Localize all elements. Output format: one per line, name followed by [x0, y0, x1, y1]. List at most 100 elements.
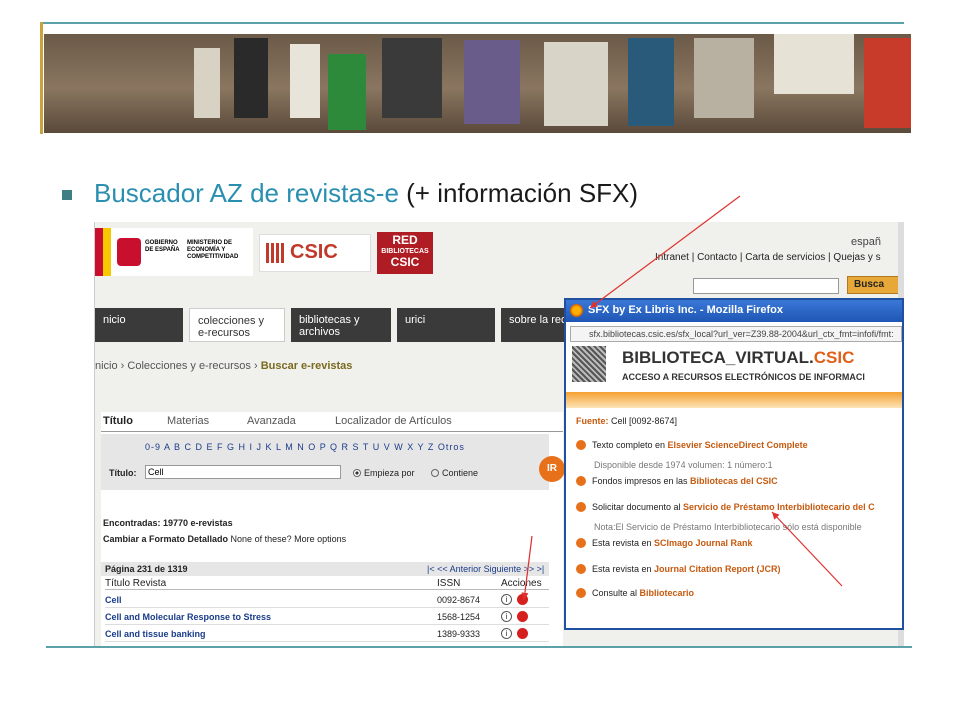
- service-prefix: Consulte al: [592, 588, 640, 598]
- nav-urici[interactable]: urici: [397, 308, 495, 342]
- popup-title-bar[interactable]: SFX by Ex Libris Inc. - Mozilla Firefox: [566, 300, 902, 322]
- journal-title-link[interactable]: Cell: [105, 595, 122, 605]
- radio-empieza-por[interactable]: Empieza por: [353, 468, 415, 478]
- format-line: Cambiar a Formato Detallado None of thes…: [103, 534, 346, 544]
- journal-cover: [290, 44, 320, 118]
- titulo-input[interactable]: Cell: [145, 465, 341, 479]
- csic-logo: CSIC: [259, 234, 371, 272]
- service-prefix: Esta revista en: [592, 564, 655, 574]
- header-photo: [44, 34, 911, 133]
- service-link[interactable]: Servicio de Préstamo Interbibliotecario …: [683, 502, 875, 512]
- bullet-rest: (+ información SFX): [398, 178, 639, 208]
- red-bibliotecas-logo: RED BIBLIOTECAS CSIC: [377, 232, 433, 274]
- service-icon: [576, 502, 586, 512]
- col-issn: ISSN: [437, 578, 461, 589]
- service-link[interactable]: Journal Citation Report (JCR): [654, 564, 781, 574]
- service-librarian[interactable]: Consulte al Bibliotecario: [576, 588, 694, 598]
- none-of-these[interactable]: None of these? More options: [231, 534, 347, 544]
- table-row: Cell 0092-8674 i: [105, 592, 549, 608]
- gov-logo-text-1: GOBIERNO DE ESPAÑA: [145, 240, 180, 253]
- nav-bibliotecas[interactable]: bibliotecas y archivos: [291, 308, 391, 342]
- popup-title: SFX by Ex Libris Inc. - Mozilla Firefox: [588, 304, 783, 316]
- bullet-text: Buscador AZ de revistas-e (+ información…: [94, 178, 638, 209]
- radio-unselected-icon[interactable]: [431, 469, 439, 477]
- breadcrumb-item[interactable]: Colecciones y e-recursos: [127, 360, 251, 372]
- journal-issn: 0092-8674: [437, 595, 481, 605]
- biblioteca-virtual-title: BIBLIOTECA_VIRTUAL.CSIC: [622, 348, 854, 368]
- popup-url-bar[interactable]: sfx.bibliotecas.csic.es/sfx_local?url_ve…: [570, 326, 902, 342]
- journal-issn: 1568-1254: [437, 612, 481, 622]
- availability-note: Disponible desde 1974 volumen: 1 número:…: [594, 460, 773, 470]
- site-search-input[interactable]: [693, 278, 839, 294]
- journal-issn: 1389-9333: [437, 629, 481, 639]
- journal-title-link[interactable]: Cell and tissue banking: [105, 629, 206, 639]
- info-icon[interactable]: i: [501, 628, 512, 639]
- tab-titulo[interactable]: Título: [103, 415, 133, 427]
- info-icon[interactable]: i: [501, 594, 512, 605]
- site-search-button[interactable]: Busca: [847, 276, 903, 294]
- results-pager-bar: Página 231 de 1319 |< << Anterior Siguie…: [101, 562, 549, 576]
- language-link[interactable]: españ: [851, 236, 881, 248]
- info-icon[interactable]: i: [501, 611, 512, 622]
- nav-inicio[interactable]: nicio: [95, 308, 183, 342]
- service-prefix: Esta revista en: [592, 538, 655, 548]
- service-scimago[interactable]: Esta revista en SCImago Journal Rank: [576, 538, 753, 548]
- tab-localizador[interactable]: Localizador de Artículos: [335, 415, 452, 427]
- journal-title-link[interactable]: Cell and Molecular Response to Stress: [105, 612, 271, 622]
- page-info: Página 231 de 1319: [105, 564, 188, 574]
- top-links[interactable]: Intranet | Contacto | Carta de servicios…: [655, 252, 881, 263]
- top-rule: [40, 22, 904, 24]
- bullet-highlight: Buscador AZ de revistas-e: [94, 178, 399, 208]
- gov-logo-text-2: MINISTERIO DE ECONOMÍA Y COMPETITIVIDAD: [187, 240, 239, 260]
- journal-cover: [694, 38, 754, 118]
- results-table-header: Título Revista ISSN Acciones: [105, 578, 549, 590]
- col-title: Título Revista: [105, 578, 167, 589]
- loan-note: Nota:El Servicio de Préstamo Interbiblio…: [594, 522, 862, 532]
- format-change-link[interactable]: Cambiar a Formato Detallado: [103, 534, 228, 544]
- nav-colecciones[interactable]: colecciones y e-recursos: [189, 308, 285, 342]
- journal-cover: [382, 38, 442, 118]
- csic-logo-text: CSIC: [290, 241, 338, 263]
- service-document-request[interactable]: Solicitar documento al Servicio de Prést…: [576, 502, 875, 512]
- sfx-icon[interactable]: [517, 628, 528, 639]
- breadcrumb-item[interactable]: nicio: [95, 360, 118, 372]
- table-row: Cell and Molecular Response to Stress 15…: [105, 609, 549, 625]
- firefox-icon: [570, 304, 583, 317]
- journal-cover: [234, 38, 268, 118]
- service-prefix: Fondos impresos en las: [592, 476, 691, 486]
- radio-contiene[interactable]: Contiene: [431, 468, 478, 478]
- csic-mark-icon: [266, 243, 286, 263]
- service-full-text[interactable]: Texto completo en Elsevier ScienceDirect…: [576, 440, 808, 450]
- radio-selected-icon[interactable]: [353, 469, 361, 477]
- service-prefix: Solicitar documento al: [592, 502, 684, 512]
- brand-accent: CSIC: [813, 348, 855, 367]
- breadcrumb: nicio › Colecciones y e-recursos › Busca…: [95, 360, 353, 372]
- brand-main: BIBLIOTECA_VIRTUAL.: [622, 348, 814, 367]
- service-link[interactable]: Elsevier ScienceDirect Complete: [668, 440, 808, 450]
- az-letter-links[interactable]: 0-9 A B C D E F G H I J K L M N O P Q R …: [145, 442, 465, 452]
- col-acciones: Acciones: [501, 578, 542, 589]
- titulo-label: Título:: [109, 468, 137, 478]
- bullet-marker: [62, 190, 72, 200]
- service-link[interactable]: Bibliotecas del CSIC: [690, 476, 778, 486]
- service-link[interactable]: Bibliotecario: [640, 588, 695, 598]
- service-prefix: Texto completo en: [592, 440, 668, 450]
- table-row: Cell and tissue banking 1389-9333 i: [105, 626, 549, 642]
- service-link[interactable]: SCImago Journal Rank: [654, 538, 753, 548]
- sfx-popup-window: SFX by Ex Libris Inc. - Mozilla Firefox …: [564, 298, 904, 630]
- biblioteca-virtual-logo-icon: [572, 346, 606, 382]
- pager-links[interactable]: |< << Anterior Siguiente >> >|: [427, 564, 544, 574]
- ir-button[interactable]: IR: [539, 456, 565, 482]
- sfx-icon[interactable]: [517, 611, 528, 622]
- journal-cover: [628, 38, 674, 126]
- journal-cover: [544, 42, 608, 126]
- tab-avanzada[interactable]: Avanzada: [247, 415, 296, 427]
- sfx-icon[interactable]: [517, 594, 528, 605]
- service-print-holdings[interactable]: Fondos impresos en las Bibliotecas del C…: [576, 476, 778, 486]
- tab-materias[interactable]: Materias: [167, 415, 209, 427]
- government-logo: GOBIERNO DE ESPAÑA MINISTERIO DE ECONOMÍ…: [95, 228, 253, 276]
- radio-label: Contiene: [442, 468, 479, 478]
- service-jcr[interactable]: Esta revista en Journal Citation Report …: [576, 564, 781, 574]
- service-icon: [576, 476, 586, 486]
- search-tabs: Título Materias Avanzada Localizador de …: [101, 412, 563, 432]
